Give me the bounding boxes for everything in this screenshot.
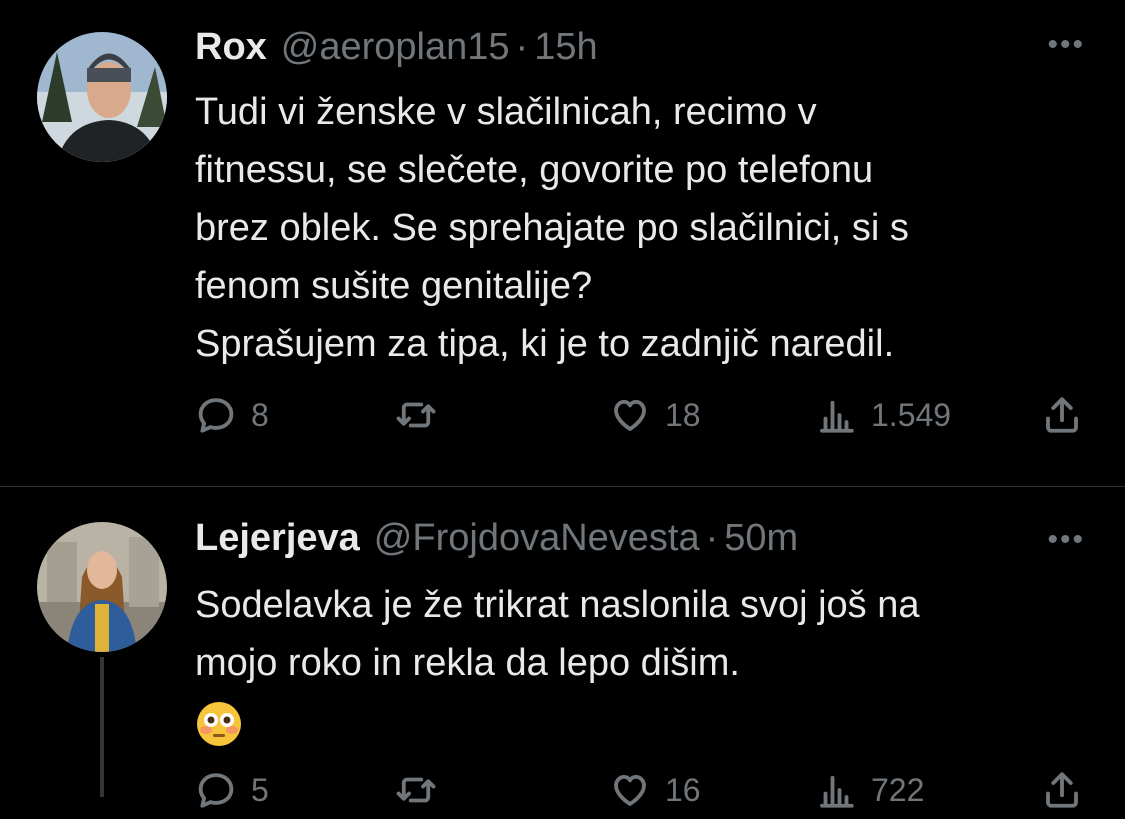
share-icon <box>1046 772 1078 808</box>
like-count: 18 <box>665 396 701 433</box>
tweet-text-line: fenom sušite genitalije? <box>195 265 593 307</box>
author-handle[interactable]: @FrojdovaNevesta <box>374 517 700 560</box>
reply-count: 8 <box>251 396 269 433</box>
avatar-lejerjeva[interactable] <box>37 522 167 652</box>
tweet-text-line: fitnessu, se slečete, govorite po telefo… <box>195 149 874 191</box>
tweet-text: Sodelavka je že trikrat naslonila svoj j… <box>195 576 1075 765</box>
like-button[interactable]: 16 <box>609 769 701 811</box>
tweet-text-line: brez oblek. Se sprehajate po slačilnici,… <box>195 207 909 249</box>
separator: · <box>705 517 719 559</box>
views-button[interactable]: 1.549 <box>815 394 951 436</box>
tweet-header: Rox @aeroplan15 · 15h <box>195 26 598 74</box>
share-button[interactable] <box>1041 394 1083 436</box>
timestamp[interactable]: 50m <box>724 517 798 560</box>
emoji-line <box>195 692 1075 765</box>
view-count: 722 <box>871 771 925 808</box>
tweet-rox[interactable]: Rox @aeroplan15 · 15h ••• Tudi vi ženske… <box>0 0 1125 487</box>
retweet-icon <box>396 402 436 428</box>
author-name[interactable]: Lejerjeva <box>195 517 360 560</box>
avatar-rox[interactable] <box>37 32 167 162</box>
tweet-text: Tudi vi ženske v slačilnicah, recimo v f… <box>195 83 1075 373</box>
more-options-icon[interactable]: ••• <box>1047 523 1085 557</box>
retweet-icon <box>396 777 436 803</box>
like-button[interactable]: 18 <box>609 394 701 436</box>
separator: · <box>515 26 529 68</box>
retweet-button[interactable] <box>395 769 437 811</box>
flushed-face-emoji <box>197 702 241 746</box>
views-icon <box>820 400 854 433</box>
tweet-lejerjeva[interactable]: Lejerjeva @FrojdovaNevesta · 50m ••• Sod… <box>0 487 1125 808</box>
reply-button[interactable]: 5 <box>195 769 269 811</box>
reply-icon <box>198 773 234 808</box>
view-count: 1.549 <box>871 396 952 433</box>
views-button[interactable]: 722 <box>815 769 924 811</box>
author-handle[interactable]: @aeroplan15 <box>281 26 510 69</box>
timestamp[interactable]: 15h <box>534 26 597 69</box>
reply-button[interactable]: 8 <box>195 394 269 436</box>
reply-icon <box>198 398 234 433</box>
more-options-icon[interactable]: ••• <box>1047 28 1085 62</box>
reply-count: 5 <box>251 771 269 808</box>
heart-icon <box>614 399 646 431</box>
like-count: 16 <box>665 771 701 808</box>
tweet-text-line: Sprašujem za tipa, ki je to zadnjič nare… <box>195 323 895 365</box>
heart-icon <box>614 774 646 806</box>
views-icon <box>820 775 854 808</box>
tweet-text-line: Tudi vi ženske v slačilnicah, recimo v <box>195 91 817 133</box>
share-button[interactable] <box>1041 769 1083 811</box>
action-bar: 8 18 1.549 <box>195 394 1085 444</box>
thread-line <box>100 657 104 797</box>
tweet-header: Lejerjeva @FrojdovaNevesta · 50m <box>195 517 798 565</box>
share-icon <box>1046 397 1078 433</box>
retweet-button[interactable] <box>395 394 437 436</box>
tweet-text-line: Sodelavka je že trikrat naslonila svoj j… <box>195 584 920 626</box>
tweet-text-line: mojo roko in rekla da lepo dišim. <box>195 642 740 684</box>
author-name[interactable]: Rox <box>195 26 267 69</box>
action-bar: 5 16 722 <box>195 769 1085 819</box>
